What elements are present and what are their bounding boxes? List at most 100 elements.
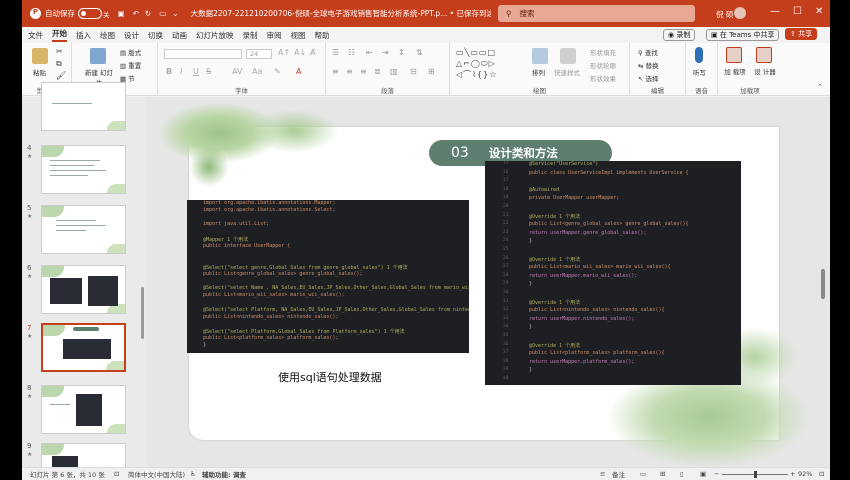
quick-styles-icon[interactable] [560,48,576,64]
italic-button[interactable]: I [180,67,182,76]
strikethrough-button[interactable]: S [206,67,211,76]
change-case-icon[interactable]: Aa [252,67,262,76]
tab-record[interactable]: 录制 [243,30,258,41]
record-button[interactable]: ◉ 录制 [663,29,696,41]
align-center-icon[interactable]: ≡ [346,67,353,76]
user-name[interactable]: 倪 硕 [716,9,733,20]
slide-thumbnail[interactable] [41,82,126,131]
quick-styles-label[interactable]: 快速样式 [554,67,580,77]
arrange-icon[interactable] [532,48,548,64]
thumbnail-scrollbar[interactable] [141,287,144,339]
notes-button[interactable]: 备注 [612,469,625,479]
copy-icon[interactable]: ⧉ [56,59,62,69]
line-spacing-icon[interactable]: ↕ [398,48,405,57]
font-size-box[interactable]: 24 [246,49,272,59]
addins-icon[interactable] [726,47,742,63]
smartart-icon[interactable]: ⊞ [428,67,435,76]
tab-insert[interactable]: 插入 [76,30,91,41]
slide-thumbnail[interactable] [41,385,126,434]
customize-qat-icon[interactable]: ⌄ [172,9,178,18]
tab-view[interactable]: 视图 [291,30,306,41]
underline-button[interactable]: U [193,67,199,76]
align-text-icon[interactable]: ⊟ [410,67,417,76]
slide-thumbnail[interactable] [41,205,126,254]
shape-outline-button[interactable]: 形状轮廓 [590,60,616,70]
slide-thumbnail-selected[interactable] [41,323,126,372]
increase-indent-icon[interactable]: ⇥ [382,48,389,57]
microphone-icon[interactable] [695,47,703,63]
accessibility-icon[interactable]: ♿ [190,470,196,478]
grow-font-icon[interactable]: A↑ [278,48,290,57]
normal-view-icon[interactable]: ▭ [640,470,646,478]
align-right-icon[interactable]: ≡ [360,67,367,76]
save-icon[interactable]: ▣ [118,9,125,18]
undo-icon[interactable]: ↶ [133,9,139,18]
paste-icon[interactable] [32,48,48,64]
new-slide-icon[interactable] [90,48,106,64]
zoom-in-icon[interactable]: + [790,470,795,478]
paste-label[interactable]: 粘贴 [33,67,46,77]
tab-help[interactable]: 帮助 [315,30,330,41]
tab-design[interactable]: 设计 [124,30,139,41]
find-button[interactable]: ⚲ 查找 [638,47,658,57]
arrange-label[interactable]: 排列 [532,67,545,77]
search-box[interactable]: ⚲ 搜索 [498,5,695,22]
close-button[interactable]: ✕ [815,6,823,17]
tab-home[interactable]: 开始 [52,28,67,42]
shape-fill-button[interactable]: 形状填充 [590,47,616,57]
reset-button[interactable]: ▥ 重置 [120,60,141,70]
addins-label[interactable]: 加 载项 [724,66,746,76]
bullets-icon[interactable]: ☰ [332,48,339,57]
decrease-indent-icon[interactable]: ⇤ [366,48,373,57]
select-button[interactable]: ↖ 选择 [638,73,659,83]
avatar[interactable] [734,7,746,19]
autosave-toggle[interactable] [78,8,102,19]
dictate-label[interactable]: 听写 [693,67,706,77]
collapse-ribbon-icon[interactable]: ⌃ [817,83,823,91]
spelling-icon[interactable]: ⊡ [114,470,119,478]
tab-animations[interactable]: 动画 [172,30,187,41]
font-color-icon[interactable]: A [296,67,301,76]
present-icon[interactable]: ▭ [159,9,166,18]
tab-transitions[interactable]: 切换 [148,30,163,41]
reading-view-icon[interactable]: ▯ [680,470,684,478]
replace-button[interactable]: ⇆ 替换 [638,60,659,70]
tab-draw[interactable]: 绘图 [100,30,115,41]
editor-scrollbar[interactable] [821,269,825,299]
layout-button[interactable]: ▤ 版式 [120,47,141,57]
cut-icon[interactable]: ✂ [56,47,63,56]
font-name-box[interactable] [164,49,242,59]
bold-button[interactable]: B [166,67,172,76]
designer-icon[interactable] [756,47,772,63]
language-indicator[interactable]: 简体中文(中国大陆) [128,469,185,479]
char-spacing-icon[interactable]: AV [232,67,242,76]
teams-share-button[interactable]: ▣ 在 Teams 中共享 [706,29,780,41]
zoom-level[interactable]: 92% [798,470,812,478]
slideshow-icon[interactable]: ▣ [700,470,706,478]
tab-review[interactable]: 审阅 [267,30,282,41]
justify-icon[interactable]: ≣ [374,67,381,76]
columns-icon[interactable]: ▥ [390,67,398,76]
maximize-button[interactable]: ☐ [793,6,802,17]
slide-canvas[interactable]: 03 设计类和方法 import org.apache.ibatis.annot… [159,103,809,467]
tab-slideshow[interactable]: 幻灯片放映 [196,30,234,41]
slide-thumbnail[interactable] [41,145,126,194]
tab-file[interactable]: 文件 [28,30,43,41]
align-left-icon[interactable]: ≡ [332,67,339,76]
slide-thumbnail[interactable] [41,265,126,314]
fit-slide-icon[interactable]: ⊡ [819,470,824,478]
slide-sorter-icon[interactable]: ⊞ [660,470,665,478]
redo-icon[interactable]: ↻ [145,9,151,18]
clear-format-icon[interactable]: A̸ [310,48,315,57]
shapes-gallery[interactable]: ▭╲▭▭□ △⌐◯⬭▷ ◁⌒⌇{}☆ [456,47,522,81]
zoom-slider-thumb[interactable] [754,471,757,478]
shape-effects-button[interactable]: 形状效果 [590,73,616,83]
numbering-icon[interactable]: ☷ [348,48,355,57]
accessibility-status[interactable]: 辅助功能: 调查 [202,469,246,479]
highlight-icon[interactable]: ✎ [274,67,281,76]
zoom-out-icon[interactable]: − [714,470,719,478]
minimize-button[interactable]: — [770,6,780,17]
format-painter-icon[interactable]: 🖌 [56,71,66,80]
designer-label[interactable]: 设 计器 [754,66,776,76]
shrink-font-icon[interactable]: A↓ [294,48,306,57]
